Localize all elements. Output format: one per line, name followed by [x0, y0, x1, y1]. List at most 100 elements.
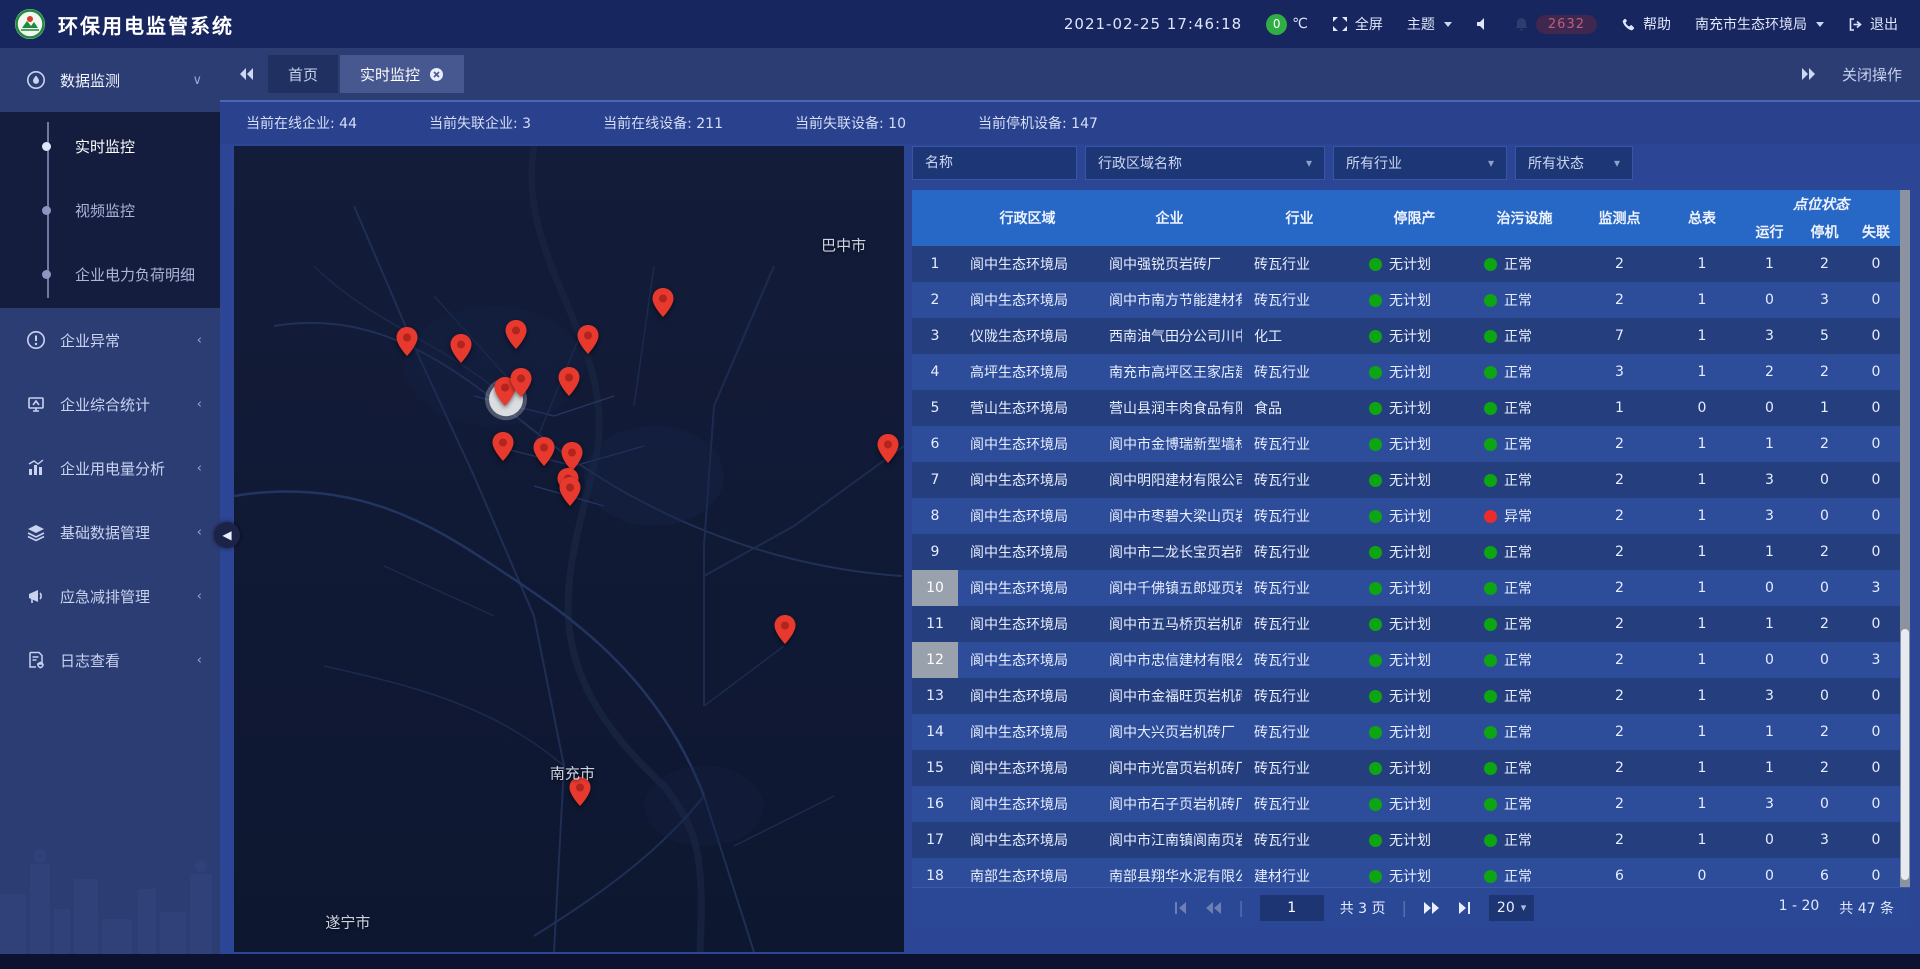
page-size-select[interactable]: 20 ▾	[1489, 895, 1534, 921]
table-row[interactable]: 6阆中生态环境局阆中市金博瑞新型墙材砖瓦行业无计划正常21120	[912, 426, 1900, 462]
theme-menu[interactable]: 主题	[1407, 14, 1452, 34]
first-page-button[interactable]	[1172, 901, 1188, 915]
table-row[interactable]: 9阆中生态环境局阆中市二龙长宝页岩砖砖瓦行业无计划正常21120	[912, 534, 1900, 570]
map-collapse-toggle[interactable]: ◀	[214, 522, 240, 548]
sidebar-group-1[interactable]: 数据监测∨	[0, 48, 220, 112]
cell-monitor: 2	[1577, 822, 1662, 858]
sidebar-group-5[interactable]: 基础数据管理‹	[0, 500, 220, 564]
skyline-watermark	[0, 824, 220, 954]
sidebar-group-label: 应急减排管理	[60, 586, 183, 607]
facility-status: 异常	[1484, 506, 1573, 526]
map-pin-icon[interactable]	[577, 325, 599, 355]
cell-total: 1	[1662, 354, 1742, 390]
map-pin-icon[interactable]	[558, 367, 580, 397]
industry-filter-select[interactable]: 所有行业 ▾	[1333, 146, 1507, 180]
table-row[interactable]: 15阆中生态环境局阆中市光富页岩机砖厂砖瓦行业无计划正常21120	[912, 750, 1900, 786]
table-row[interactable]: 11阆中生态环境局阆中市五马桥页岩机砖砖瓦行业无计划正常21120	[912, 606, 1900, 642]
cell-total: 1	[1662, 318, 1742, 354]
map-panel[interactable]: 巴中市南充市遂宁市	[234, 146, 904, 952]
status-dot-icon	[1369, 402, 1382, 415]
table-row[interactable]: 3仪陇生态环境局西南油气田分公司川中化工无计划正常71350	[912, 318, 1900, 354]
sidebar-group-label: 企业用电量分析	[60, 458, 183, 479]
cell-monitor: 2	[1577, 570, 1662, 606]
sidebar-group-6[interactable]: 应急减排管理‹	[0, 564, 220, 628]
tabs-scroll-right-icon[interactable]	[1800, 67, 1816, 81]
map-pin-icon[interactable]	[510, 368, 532, 398]
logout-button[interactable]: 退出	[1848, 14, 1898, 34]
table-row[interactable]: 2阆中生态环境局阆中市南方节能建材有砖瓦行业无计划正常21030	[912, 282, 1900, 318]
table-row[interactable]: 5营山生态环境局营山县润丰肉食品有限食品无计划正常10010	[912, 390, 1900, 426]
sidebar-item-active[interactable]: 实时监控	[0, 114, 220, 178]
column-header: 停限产	[1357, 190, 1472, 246]
sidebar-item-link[interactable]: 视频监控	[0, 178, 220, 242]
tab-close-icon[interactable]	[429, 67, 444, 82]
cell-run: 1	[1742, 750, 1797, 786]
next-page-button[interactable]	[1423, 901, 1441, 915]
table-row[interactable]: 14阆中生态环境局阆中大兴页岩机砖厂砖瓦行业无计划正常21120	[912, 714, 1900, 750]
sidebar-group-3[interactable]: 企业综合统计‹	[0, 372, 220, 436]
map-pin-icon[interactable]	[396, 327, 418, 357]
table-row[interactable]: 4高坪生态环境局南充市高坪区王家店建砖瓦行业无计划正常31220	[912, 354, 1900, 390]
table-row[interactable]: 18南部生态环境局南部县翔华水泥有限公建材行业无计划正常60060	[912, 858, 1900, 887]
cell-company: 阆中市枣碧大梁山页岩	[1097, 498, 1242, 534]
region-filter-select[interactable]: 行政区域名称 ▾	[1085, 146, 1325, 180]
tabs-scroll-left-icon[interactable]	[238, 67, 254, 81]
map-pin-icon[interactable]	[533, 437, 555, 467]
table-row[interactable]: 12阆中生态环境局阆中市忠信建材有限公砖瓦行业无计划正常21003	[912, 642, 1900, 678]
scrollbar-thumb[interactable]	[1901, 629, 1909, 880]
cell-lost: 0	[1852, 282, 1900, 318]
cell-index: 6	[912, 426, 958, 462]
tab-active[interactable]: 实时监控	[340, 55, 464, 93]
droplet-gauge-icon	[26, 70, 46, 90]
close-operations-button[interactable]: 关闭操作	[1842, 64, 1902, 85]
sidebar-item-label: 企业电力负荷明细	[75, 264, 195, 285]
notifications[interactable]: 2632	[1514, 15, 1597, 34]
cell-stop: 0	[1797, 498, 1852, 534]
status-filter-select[interactable]: 所有状态 ▾	[1515, 146, 1633, 180]
table-row[interactable]: 13阆中生态环境局阆中市金福旺页岩机砖砖瓦行业无计划正常21300	[912, 678, 1900, 714]
status-dot-icon	[1369, 834, 1382, 847]
cell-index: 12	[912, 642, 958, 678]
table-scrollbar[interactable]	[1900, 190, 1910, 887]
sidebar-item-link[interactable]: 企业电力负荷明细	[0, 242, 220, 306]
cell-lost: 0	[1852, 786, 1900, 822]
tab-item[interactable]: 首页	[268, 55, 338, 93]
sidebar-group-7[interactable]: 日志查看‹	[0, 628, 220, 692]
page-number-input[interactable]	[1260, 895, 1324, 921]
cell-limit-status: 无计划	[1357, 606, 1472, 642]
table-row[interactable]: 17阆中生态环境局阆中市江南镇阆南页岩砖瓦行业无计划正常21030	[912, 822, 1900, 858]
cell-total: 1	[1662, 606, 1742, 642]
table-row[interactable]: 7阆中生态环境局阆中明阳建材有限公司砖瓦行业无计划正常21300	[912, 462, 1900, 498]
map-pin-icon[interactable]	[877, 434, 899, 464]
facility-status-text: 正常	[1504, 542, 1532, 562]
facility-status: 正常	[1484, 830, 1573, 850]
table-row[interactable]: 16阆中生态环境局阆中市石子页岩机砖厂砖瓦行业无计划正常21300	[912, 786, 1900, 822]
help-button[interactable]: 帮助	[1621, 14, 1671, 34]
map-pin-icon[interactable]	[505, 320, 527, 350]
map-pin-icon[interactable]	[652, 288, 674, 318]
table-row[interactable]: 1阆中生态环境局阆中强锐页岩砖厂砖瓦行业无计划正常21120	[912, 246, 1900, 282]
prev-page-button[interactable]	[1204, 901, 1222, 915]
map-pin-icon[interactable]	[559, 477, 581, 507]
org-menu[interactable]: 南充市生态环境局	[1695, 14, 1824, 34]
cell-monitor: 6	[1577, 858, 1662, 887]
map-pin-icon[interactable]	[774, 615, 796, 645]
facility-status: 正常	[1484, 578, 1573, 598]
cell-industry: 化工	[1242, 318, 1357, 354]
last-page-button[interactable]	[1457, 901, 1473, 915]
sidebar-group-2[interactable]: 企业异常‹	[0, 308, 220, 372]
name-filter-input[interactable]	[912, 146, 1077, 180]
cell-company: 营山县润丰肉食品有限	[1097, 390, 1242, 426]
table-row[interactable]: 10阆中生态环境局阆中千佛镇五郎垭页岩砖瓦行业无计划正常21003	[912, 570, 1900, 606]
record-range-label: 1 - 20	[1779, 898, 1820, 918]
map-pin-icon[interactable]	[450, 334, 472, 364]
cell-company: 阆中市忠信建材有限公	[1097, 642, 1242, 678]
cell-limit-status: 无计划	[1357, 786, 1472, 822]
map-pin-icon[interactable]	[492, 432, 514, 462]
cell-stop: 3	[1797, 282, 1852, 318]
map-pin-icon[interactable]	[561, 442, 583, 472]
fullscreen-button[interactable]: 全屏	[1332, 14, 1383, 34]
table-row[interactable]: 8阆中生态环境局阆中市枣碧大梁山页岩砖瓦行业无计划异常21300	[912, 498, 1900, 534]
sidebar-group-4[interactable]: 企业用电量分析‹	[0, 436, 220, 500]
mute-button[interactable]	[1476, 17, 1490, 31]
